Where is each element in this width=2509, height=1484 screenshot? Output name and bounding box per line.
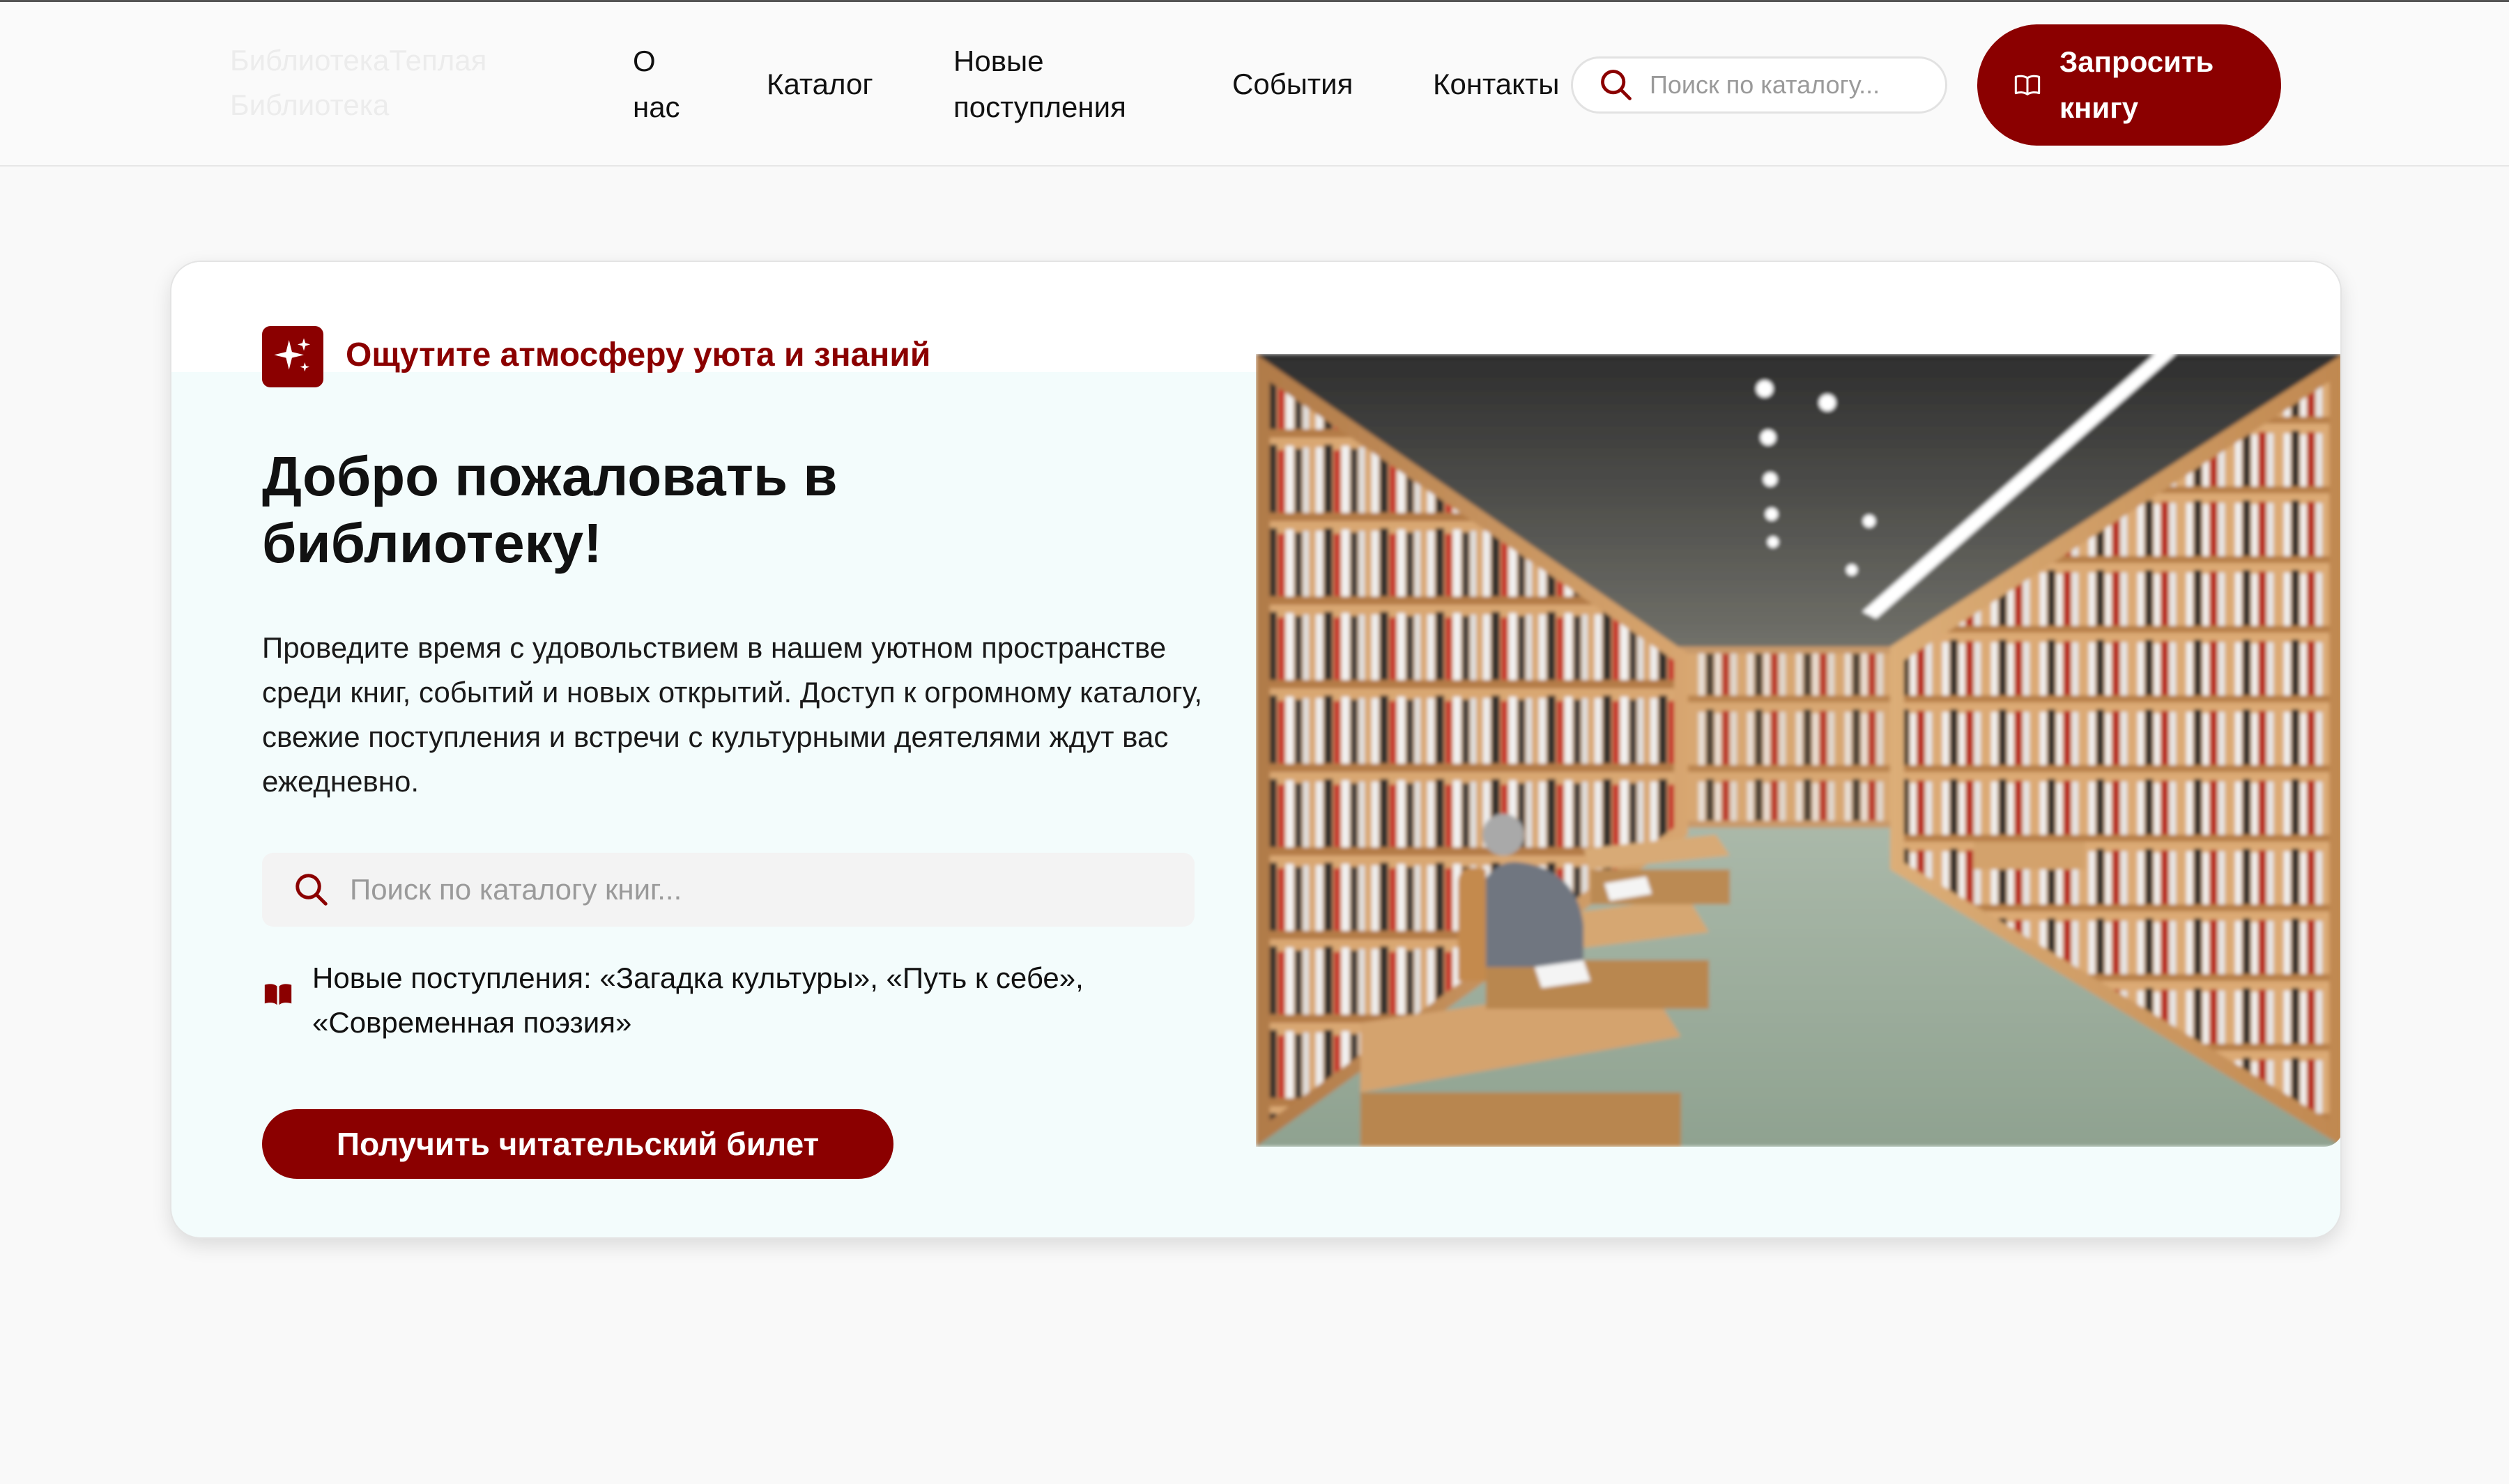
search-icon [296, 874, 328, 906]
site-header: БиблиотекаТеплая Библиотека О нас Катало… [0, 2, 2509, 167]
get-reader-ticket-button[interactable]: Получить читательский билет [262, 1109, 893, 1179]
nav-catalog[interactable]: Каталог [767, 61, 873, 107]
nav-about[interactable]: О нас [633, 38, 696, 130]
header-search-box[interactable] [1571, 56, 1947, 114]
nav-contacts[interactable]: Контакты [1433, 61, 1559, 107]
tagline-badge [262, 326, 323, 387]
catalog-search-box[interactable] [262, 853, 1195, 927]
book-icon [264, 984, 292, 1005]
sparkles-icon [274, 338, 311, 372]
request-book-label: Запросить книгу [2059, 45, 2214, 124]
hero-title: Добро пожаловать в библиотеку! [262, 445, 838, 574]
book-open-icon [2014, 75, 2041, 95]
catalog-search-input[interactable] [350, 873, 1172, 906]
hero-card: Ощутите атмосферу уюта и знаний Добро по… [170, 261, 2342, 1239]
request-book-button[interactable]: Запросить книгу [1977, 24, 2281, 146]
nav-new-arrivals[interactable]: Новые поступления [953, 38, 1163, 130]
hero-description: Проведите время с удовольствием в нашем … [262, 631, 1203, 798]
search-icon [1601, 70, 1632, 100]
new-arrivals-text: Новые поступления: «Загадка культуры», «… [312, 961, 1084, 1039]
nav-events[interactable]: События [1232, 61, 1353, 107]
library-interior-photo [1256, 354, 2340, 1147]
hero-tagline: Ощутите атмосферу уюта и знаний [346, 337, 931, 373]
header-search-input[interactable] [1650, 70, 1928, 100]
new-arrivals-note: Новые поступления: «Загадка культуры», «… [262, 956, 1168, 1045]
site-logo[interactable]: БиблиотекаТеплая Библиотека [230, 38, 523, 127]
